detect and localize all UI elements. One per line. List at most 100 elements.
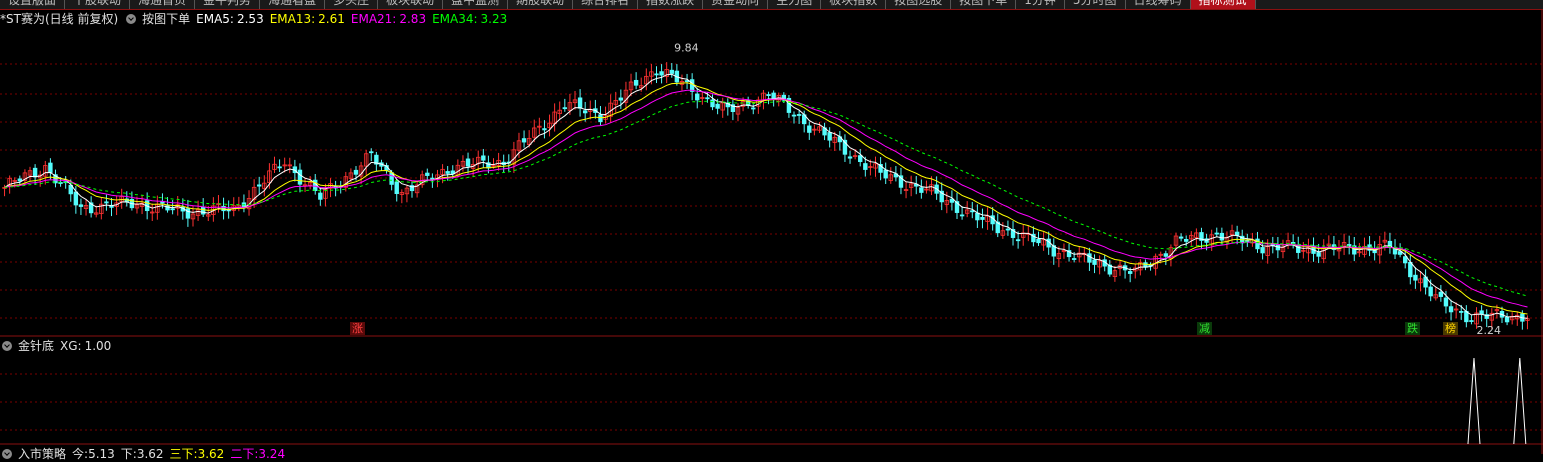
candle-body (751, 107, 756, 110)
candle-body (689, 79, 695, 92)
candle-body (1184, 238, 1189, 242)
candle-body (1459, 311, 1464, 313)
candle-body (618, 97, 624, 101)
candle-body (1316, 252, 1321, 257)
candle-body (715, 103, 720, 109)
candle-body (796, 114, 802, 116)
candle-body (481, 155, 486, 161)
candle-body (659, 71, 664, 76)
indicator2-legend: 入市策略 今:5.13 下:3.62 三下:3.62 二下:3.24 (0, 446, 285, 462)
ema21-line (4, 89, 1528, 308)
candle-body (1428, 286, 1433, 297)
candle-body (669, 69, 674, 74)
jin-legend: 今:5.13 (72, 446, 115, 462)
ema5-line (4, 73, 1528, 319)
candle-body (1403, 256, 1408, 264)
chevron-down-icon[interactable] (2, 341, 12, 351)
erxia-legend: 二下:3.24 (230, 446, 285, 462)
candle-body (827, 132, 832, 141)
candle-body (318, 192, 323, 200)
candle-body (1127, 271, 1133, 274)
candle-body (1443, 297, 1449, 307)
max-price-label: 9.84 (674, 41, 699, 54)
signal-marker: 涨 (350, 322, 365, 335)
candle-body (847, 156, 853, 159)
candle-body (257, 184, 262, 187)
xia-label: 下: (120, 447, 137, 461)
candle-body (170, 208, 175, 211)
candle-body (695, 93, 700, 101)
jin-label: 今: (72, 447, 89, 461)
candle-body (980, 216, 985, 220)
xia-value: 3.62 (136, 447, 164, 461)
candle-body (521, 138, 527, 143)
candle-body (104, 201, 109, 204)
candle-body (1036, 238, 1041, 244)
candle-body (160, 201, 165, 204)
candle-body (562, 107, 568, 110)
erxia-label: 二下: (230, 447, 259, 461)
candle-body (445, 171, 450, 174)
sanxia-legend: 三下:3.62 (170, 446, 225, 462)
candle-body (959, 214, 965, 217)
jin-value: 5.13 (88, 447, 115, 461)
candle-body (1163, 253, 1169, 257)
candle-body (863, 163, 868, 170)
sanxia-label: 三下: (169, 447, 198, 461)
xg-legend: XG: 1.00 (60, 338, 111, 354)
ema34-line (4, 100, 1528, 297)
candle-body (970, 210, 975, 213)
candle-body (1413, 274, 1418, 281)
candle-body (277, 166, 282, 169)
candle-body (394, 181, 399, 195)
candle-body (1005, 228, 1011, 231)
candle-body (1438, 291, 1444, 297)
candle-body (1469, 320, 1474, 322)
candle-body (353, 169, 359, 175)
xg-spike (1513, 357, 1527, 445)
candle-body (577, 97, 583, 109)
candle-body (975, 212, 980, 221)
candle-body (1015, 239, 1021, 242)
candle-body (858, 155, 863, 162)
candle-body (78, 204, 84, 207)
candle-body (17, 178, 23, 182)
candle-body (542, 128, 547, 131)
candle-body (32, 167, 38, 178)
indicator1-title: 金针底 (18, 339, 55, 353)
candle-body (582, 110, 588, 114)
candle-body (1219, 232, 1225, 241)
candle-body (705, 97, 710, 100)
candle-body (58, 182, 63, 184)
candle-body (1408, 261, 1413, 278)
min-price-label: 2.24 (1477, 324, 1502, 337)
indicator2-title: 入市策略 (18, 447, 67, 461)
candle-body (807, 125, 812, 133)
candle-body (710, 99, 715, 108)
candle-body (297, 169, 303, 185)
candle-body (1245, 240, 1250, 242)
chevron-down-icon[interactable] (2, 449, 12, 459)
price-chart[interactable]: 9.84 2.24 (0, 0, 1543, 454)
erxia-value: 3.24 (258, 447, 286, 461)
xia-legend: 下:3.62 (121, 446, 164, 462)
candle-body (1260, 247, 1265, 254)
candle-body (313, 179, 318, 192)
candle-body (73, 191, 79, 206)
xg-value: 1.00 (84, 339, 112, 353)
candle-body (654, 73, 659, 76)
candle-body (1504, 316, 1510, 323)
candle-body (1087, 253, 1092, 263)
signal-marker: 减 (1197, 322, 1212, 335)
candle-body (48, 162, 53, 173)
candle-body (1178, 236, 1184, 239)
indicator1-legend: 金针底 XG: 1.00 (0, 338, 111, 354)
candle-body (1448, 306, 1454, 313)
candle-body (465, 158, 471, 167)
candle-body (791, 114, 797, 117)
candle-body (425, 172, 430, 176)
xg-label: XG: (60, 339, 82, 353)
candle-body (766, 94, 771, 97)
candle-body (1214, 232, 1219, 235)
candle-body (883, 169, 888, 179)
